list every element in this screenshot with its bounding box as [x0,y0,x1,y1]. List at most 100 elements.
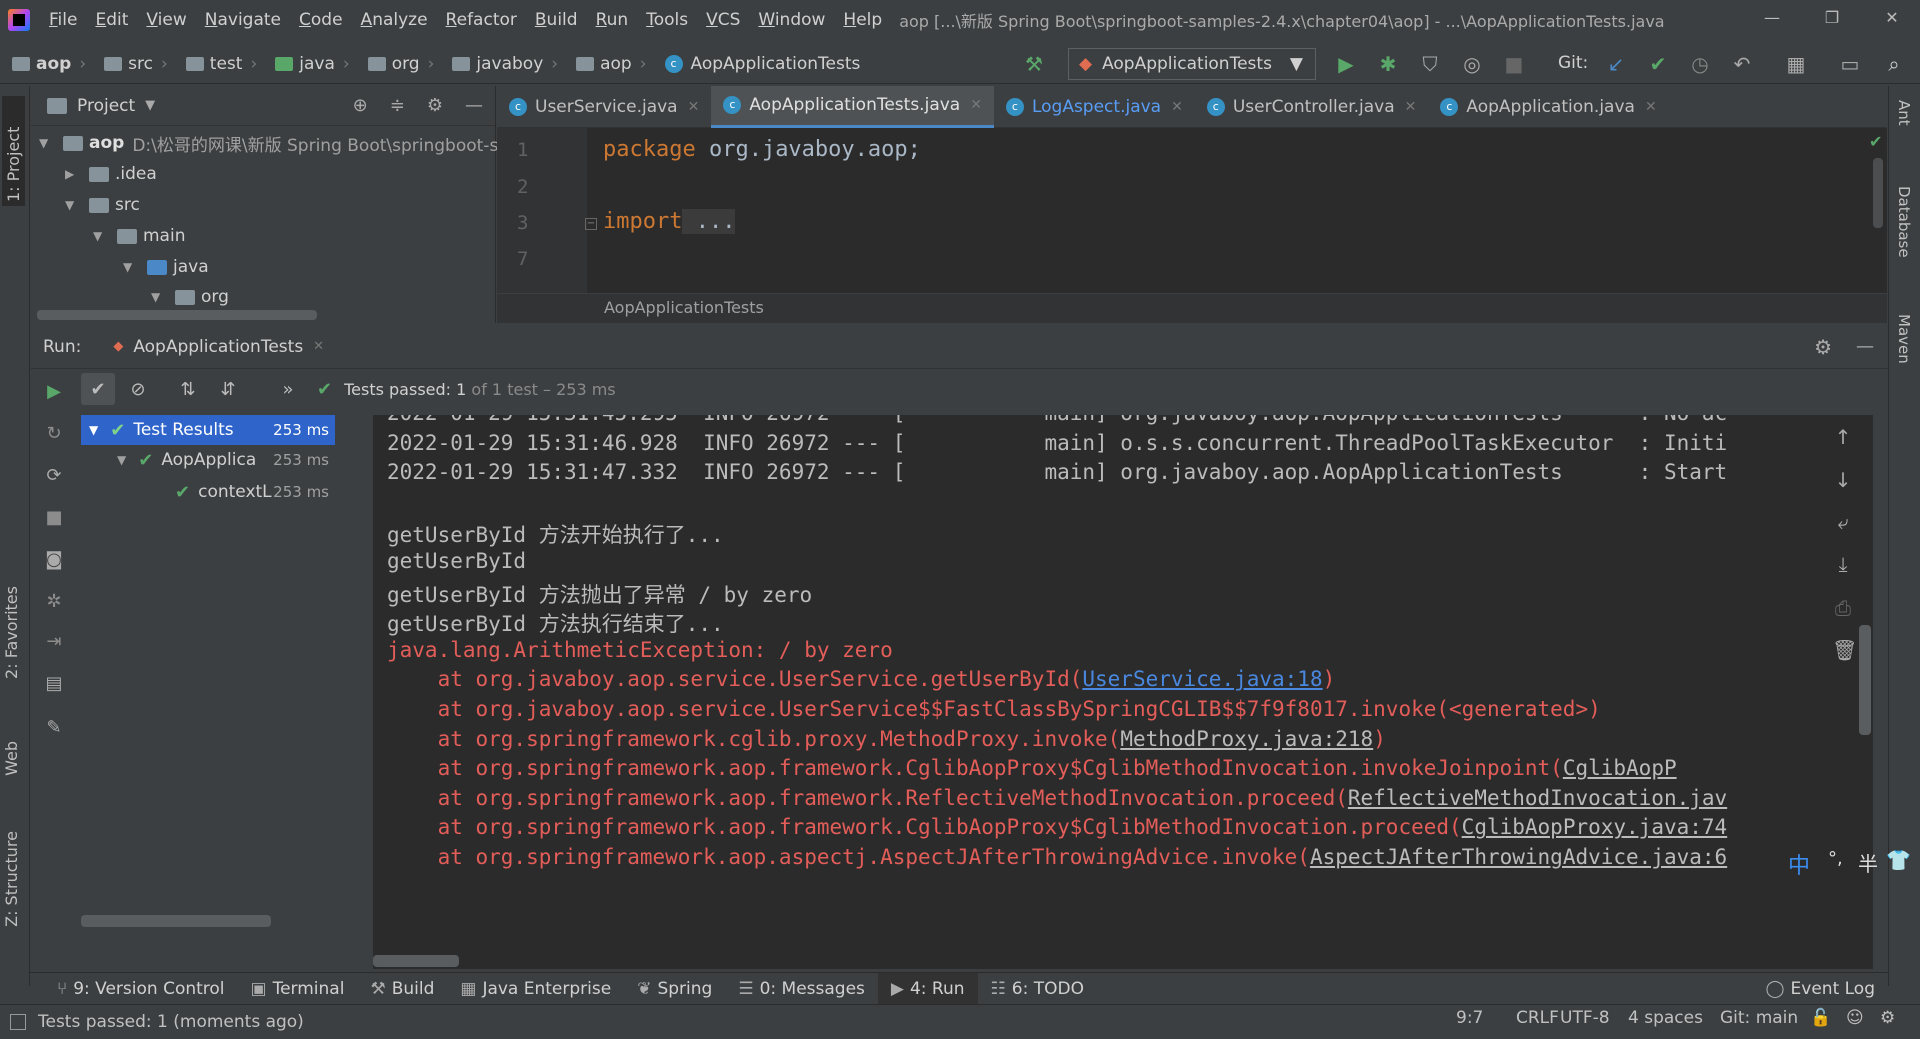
tab-logaspect[interactable]: c LogAspect.java ✕ [994,86,1195,128]
run-icon[interactable]: ▶ [1334,52,1358,76]
menu-vcs[interactable]: VCS [697,10,749,30]
layout-icon[interactable]: ▤ [43,673,65,695]
fold-icon[interactable]: − [585,218,597,230]
menu-refactor[interactable]: Refactor [437,10,526,30]
git-history-icon[interactable]: ◷ [1688,52,1712,76]
menu-build[interactable]: Build [526,10,587,30]
structure-tool-tab[interactable]: Z: Structure [2,831,21,927]
test-method-node[interactable]: ✔ contextL 253 ms [81,477,335,507]
camera-icon[interactable]: ◙ [43,549,65,571]
show-passed-icon[interactable]: ✔ [81,373,115,405]
menu-tools[interactable]: Tools [637,10,697,30]
line-separator[interactable]: CRLF [1516,1008,1559,1028]
hide-icon[interactable]: — [1856,336,1874,357]
indent-setting[interactable]: 4 spaces [1628,1008,1703,1028]
more-icon[interactable]: » [271,373,305,405]
inspector-icon[interactable]: ☺ [1846,1008,1864,1028]
breadcrumb-item[interactable]: javaboy › [440,54,558,74]
menu-navigate[interactable]: Navigate [196,10,290,30]
scroll-up-icon[interactable]: ↑ [1832,425,1854,449]
source-link[interactable]: UserService.java:18 [1082,667,1322,691]
tab-build[interactable]: ⚒ Build [357,973,447,1005]
gear-icon[interactable]: ⚙ [427,95,443,116]
web-tool-tab[interactable]: Web [2,741,21,776]
tree-item-idea[interactable]: ▶ .idea [65,159,157,189]
scroll-to-end-icon[interactable]: ⤓ [1832,552,1854,576]
menu-code[interactable]: Code [290,10,352,30]
maven-tool-tab[interactable]: Maven [1895,314,1913,364]
status-message[interactable]: Tests passed: 1 (moments ago) [38,1012,304,1032]
menu-help[interactable]: Help [834,10,891,30]
close-icon[interactable]: ✕ [1880,8,1904,27]
profile-icon[interactable]: ◎ [1460,52,1484,76]
menu-edit[interactable]: Edit [86,10,137,30]
tab-terminal[interactable]: ▣ Terminal [238,973,358,1005]
rerun-icon[interactable]: ▶ [43,381,65,403]
project-panel-title[interactable]: Project [77,96,135,116]
minimize-icon[interactable]: — [1760,8,1784,27]
show-ignored-icon[interactable]: ⊘ [121,373,155,405]
test-class-node[interactable]: ▼ ✔ AopApplica 253 ms [81,445,335,475]
tab-userservice[interactable]: c UserService.java ✕ [497,86,711,128]
ime-language-indicator[interactable]: 中 [1788,848,1810,880]
run-config-selector[interactable]: ◆ AopApplicationTests ▼ [1068,48,1316,80]
ime-width-indicator[interactable]: 半 [1858,848,1878,877]
tab-java-enterprise[interactable]: ▦ Java Enterprise [447,973,624,1005]
locate-icon[interactable]: ⊕ [353,95,368,116]
git-commit-icon[interactable]: ✔ [1646,52,1670,76]
restore-icon[interactable]: ❐ [1820,8,1844,27]
inspection-ok-icon[interactable]: ✔ [1869,132,1882,151]
chevron-down-icon[interactable]: ▼ [145,98,155,113]
sort-alpha-icon[interactable]: ⇅ [171,373,205,405]
close-icon[interactable]: ✕ [1645,99,1657,115]
tab-run[interactable]: ▶ 4: Run [877,972,978,1005]
breadcrumb-item[interactable]: aop › [0,54,86,74]
tab-version-control[interactable]: ⑂ 9: Version Control [44,973,238,1005]
menu-window[interactable]: Window [749,10,834,30]
menu-run[interactable]: Run [587,10,638,30]
run-tab-label[interactable]: AopApplicationTests [133,337,303,357]
sort-duration-icon[interactable]: ⇵ [211,373,245,405]
tab-spring[interactable]: ❦ Spring [624,973,725,1005]
database-tool-tab[interactable]: Database [1895,186,1913,258]
memory-indicator-icon[interactable]: ⚙ [1880,1008,1895,1028]
horizontal-scrollbar[interactable] [81,915,271,927]
menu-view[interactable]: View [137,10,195,30]
stop-icon[interactable]: ■ [1502,52,1526,76]
stop-icon[interactable]: ■ [43,507,65,529]
breadcrumb-item[interactable]: java › [263,54,350,74]
coverage-icon[interactable]: ⛉ [1418,52,1442,76]
tree-item-src[interactable]: ▼ src [65,190,140,220]
tab-usercontroller[interactable]: c UserController.java ✕ [1195,86,1429,128]
source-link[interactable]: MethodProxy.java:218 [1120,727,1373,751]
collapse-all-icon[interactable]: ≑ [390,95,405,116]
breadcrumb-item[interactable]: org › [356,54,434,74]
breadcrumb-item[interactable]: aop › [564,54,647,74]
tab-messages[interactable]: ☰ 0: Messages [725,973,878,1005]
caret-position[interactable]: 9:7 [1456,1008,1483,1028]
favorites-tool-tab[interactable]: 2: Favorites [2,586,21,679]
ant-tool-tab[interactable]: Ant [1895,100,1913,126]
build-hammer-icon[interactable]: ⚒ [1022,52,1046,76]
breadcrumb-item[interactable]: test › [174,54,257,74]
tab-todo[interactable]: ☷ 6: TODO [978,973,1097,1005]
ime-skin-icon[interactable]: 👕 [1886,848,1911,872]
tab-aopapplicationtests[interactable]: c AopApplicationTests.java ✕ [711,85,994,128]
project-structure-icon[interactable]: ▦ [1784,52,1808,76]
tab-event-log[interactable]: ◯ Event Log [1753,973,1889,1005]
menu-analyze[interactable]: Analyze [352,10,437,30]
clear-all-icon[interactable]: 🗑 [1832,638,1857,662]
console-output[interactable]: 2022-01-29 15:31:45.295 INFO 26972 --- [… [373,415,1873,969]
tab-aopapplication[interactable]: c AopApplication.java ✕ [1428,86,1668,128]
tree-item-aop[interactable]: ▼ aop D:\松哥的网课\新版 Spring Boot\springboot… [39,128,498,158]
source-link[interactable]: ReflectiveMethodInvocation.jav [1348,786,1727,810]
breadcrumb-item[interactable]: c AopApplicationTests [653,54,860,74]
file-encoding[interactable]: UTF-8 [1560,1008,1610,1028]
tree-item-org[interactable]: ▼ org [151,282,229,312]
gear-icon[interactable]: ⚙ [1814,335,1832,359]
horizontal-scrollbar[interactable] [37,310,317,320]
rollback-icon[interactable]: ↶ [1730,52,1754,76]
ime-punctuation-indicator[interactable]: °, [1828,848,1843,869]
exit-icon[interactable]: ⇥ [43,631,65,653]
rerun-failed-icon[interactable]: ↻ [43,423,65,445]
